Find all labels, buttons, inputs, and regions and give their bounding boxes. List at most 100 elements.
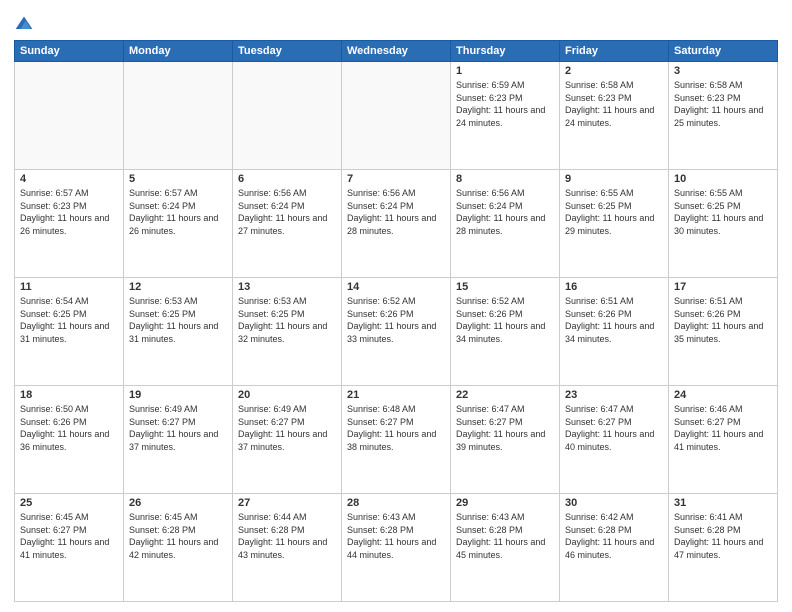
day-cell: 25 Sunrise: 6:45 AMSunset: 6:27 PMDayligh… [15,494,124,602]
day-cell [15,62,124,170]
day-number: 17 [674,281,772,293]
day-info: Sunrise: 6:54 AMSunset: 6:25 PMDaylight:… [20,295,118,345]
day-number: 3 [674,65,772,77]
day-info: Sunrise: 6:58 AMSunset: 6:23 PMDaylight:… [674,79,772,129]
day-cell [342,62,451,170]
day-number: 23 [565,389,663,401]
day-number: 15 [456,281,554,293]
day-info: Sunrise: 6:45 AMSunset: 6:27 PMDaylight:… [20,511,118,561]
day-cell: 15 Sunrise: 6:52 AMSunset: 6:26 PMDayligh… [451,278,560,386]
day-number: 30 [565,497,663,509]
day-number: 19 [129,389,227,401]
day-header-monday: Monday [124,41,233,62]
week-row-1: 1 Sunrise: 6:59 AMSunset: 6:23 PMDaylight… [15,62,778,170]
day-cell: 20 Sunrise: 6:49 AMSunset: 6:27 PMDayligh… [233,386,342,494]
day-cell: 9 Sunrise: 6:55 AMSunset: 6:25 PMDaylight… [560,170,669,278]
day-number: 25 [20,497,118,509]
day-cell: 18 Sunrise: 6:50 AMSunset: 6:26 PMDayligh… [15,386,124,494]
day-info: Sunrise: 6:51 AMSunset: 6:26 PMDaylight:… [674,295,772,345]
day-cell: 5 Sunrise: 6:57 AMSunset: 6:24 PMDaylight… [124,170,233,278]
day-info: Sunrise: 6:52 AMSunset: 6:26 PMDaylight:… [456,295,554,345]
day-cell: 11 Sunrise: 6:54 AMSunset: 6:25 PMDayligh… [15,278,124,386]
week-row-2: 4Sunrise: 6:57 AMSunset: 6:23 PMDaylight… [15,170,778,278]
week-row-4: 18 Sunrise: 6:50 AMSunset: 6:26 PMDayligh… [15,386,778,494]
day-info: Sunrise: 6:58 AMSunset: 6:23 PMDaylight:… [565,79,663,129]
day-info: Sunrise: 6:44 AMSunset: 6:28 PMDaylight:… [238,511,336,561]
day-number: 8 [456,173,554,185]
day-info: Sunrise: 6:49 AMSunset: 6:27 PMDaylight:… [129,403,227,453]
day-cell: 12Sunrise: 6:53 AMSunset: 6:25 PMDayligh… [124,278,233,386]
day-info: Sunrise: 6:50 AMSunset: 6:26 PMDaylight:… [20,403,118,453]
day-number: 6 [238,173,336,185]
day-cell: 6 Sunrise: 6:56 AMSunset: 6:24 PMDaylight… [233,170,342,278]
day-info: Sunrise: 6:51 AMSunset: 6:26 PMDaylight:… [565,295,663,345]
week-row-3: 11 Sunrise: 6:54 AMSunset: 6:25 PMDayligh… [15,278,778,386]
day-cell: 19 Sunrise: 6:49 AMSunset: 6:27 PMDayligh… [124,386,233,494]
day-info: Sunrise: 6:49 AMSunset: 6:27 PMDaylight:… [238,403,336,453]
day-info: Sunrise: 6:42 AMSunset: 6:28 PMDaylight:… [565,511,663,561]
day-info: Sunrise: 6:43 AMSunset: 6:28 PMDaylight:… [347,511,445,561]
day-cell [233,62,342,170]
day-cell: 16 Sunrise: 6:51 AMSunset: 6:26 PMDayligh… [560,278,669,386]
logo [14,14,38,34]
day-number: 27 [238,497,336,509]
day-cell: 27 Sunrise: 6:44 AMSunset: 6:28 PMDayligh… [233,494,342,602]
day-info: Sunrise: 6:59 AMSunset: 6:23 PMDaylight:… [456,79,554,129]
day-header-friday: Friday [560,41,669,62]
day-number: 5 [129,173,227,185]
day-info: Sunrise: 6:48 AMSunset: 6:27 PMDaylight:… [347,403,445,453]
day-cell: 4Sunrise: 6:57 AMSunset: 6:23 PMDaylight… [15,170,124,278]
day-number: 31 [674,497,772,509]
day-cell: 8 Sunrise: 6:56 AMSunset: 6:24 PMDaylight… [451,170,560,278]
day-number: 26 [129,497,227,509]
day-header-tuesday: Tuesday [233,41,342,62]
day-number: 18 [20,389,118,401]
day-number: 12 [129,281,227,293]
day-number: 29 [456,497,554,509]
day-cell: 13 Sunrise: 6:53 AMSunset: 6:25 PMDayligh… [233,278,342,386]
day-header-saturday: Saturday [669,41,778,62]
day-number: 16 [565,281,663,293]
day-cell: 31 Sunrise: 6:41 AMSunset: 6:28 PMDayligh… [669,494,778,602]
day-number: 14 [347,281,445,293]
day-info: Sunrise: 6:57 AMSunset: 6:23 PMDaylight:… [20,187,118,237]
day-number: 13 [238,281,336,293]
day-header-thursday: Thursday [451,41,560,62]
page: SundayMondayTuesdayWednesdayThursdayFrid… [0,0,792,612]
calendar-table: SundayMondayTuesdayWednesdayThursdayFrid… [14,40,778,602]
day-number: 21 [347,389,445,401]
day-cell: 1 Sunrise: 6:59 AMSunset: 6:23 PMDaylight… [451,62,560,170]
day-info: Sunrise: 6:56 AMSunset: 6:24 PMDaylight:… [347,187,445,237]
day-info: Sunrise: 6:56 AMSunset: 6:24 PMDaylight:… [456,187,554,237]
day-info: Sunrise: 6:47 AMSunset: 6:27 PMDaylight:… [456,403,554,453]
day-number: 1 [456,65,554,77]
day-number: 20 [238,389,336,401]
day-cell: 30 Sunrise: 6:42 AMSunset: 6:28 PMDayligh… [560,494,669,602]
day-number: 22 [456,389,554,401]
day-info: Sunrise: 6:41 AMSunset: 6:28 PMDaylight:… [674,511,772,561]
day-cell: 14 Sunrise: 6:52 AMSunset: 6:26 PMDayligh… [342,278,451,386]
day-number: 24 [674,389,772,401]
day-cell: 28Sunrise: 6:43 AMSunset: 6:28 PMDayligh… [342,494,451,602]
day-number: 9 [565,173,663,185]
day-info: Sunrise: 6:55 AMSunset: 6:25 PMDaylight:… [565,187,663,237]
day-header-sunday: Sunday [15,41,124,62]
day-info: Sunrise: 6:52 AMSunset: 6:26 PMDaylight:… [347,295,445,345]
week-row-5: 25 Sunrise: 6:45 AMSunset: 6:27 PMDayligh… [15,494,778,602]
day-number: 11 [20,281,118,293]
day-info: Sunrise: 6:55 AMSunset: 6:25 PMDaylight:… [674,187,772,237]
day-info: Sunrise: 6:53 AMSunset: 6:25 PMDaylight:… [238,295,336,345]
day-cell: 17 Sunrise: 6:51 AMSunset: 6:26 PMDayligh… [669,278,778,386]
header-row-days: SundayMondayTuesdayWednesdayThursdayFrid… [15,41,778,62]
day-cell: 7 Sunrise: 6:56 AMSunset: 6:24 PMDaylight… [342,170,451,278]
day-info: Sunrise: 6:47 AMSunset: 6:27 PMDaylight:… [565,403,663,453]
day-info: Sunrise: 6:46 AMSunset: 6:27 PMDaylight:… [674,403,772,453]
day-cell: 21 Sunrise: 6:48 AMSunset: 6:27 PMDayligh… [342,386,451,494]
day-header-wednesday: Wednesday [342,41,451,62]
day-cell: 2Sunrise: 6:58 AMSunset: 6:23 PMDaylight… [560,62,669,170]
day-number: 7 [347,173,445,185]
day-cell: 3 Sunrise: 6:58 AMSunset: 6:23 PMDaylight… [669,62,778,170]
logo-icon [14,14,34,34]
day-info: Sunrise: 6:56 AMSunset: 6:24 PMDaylight:… [238,187,336,237]
day-info: Sunrise: 6:57 AMSunset: 6:24 PMDaylight:… [129,187,227,237]
